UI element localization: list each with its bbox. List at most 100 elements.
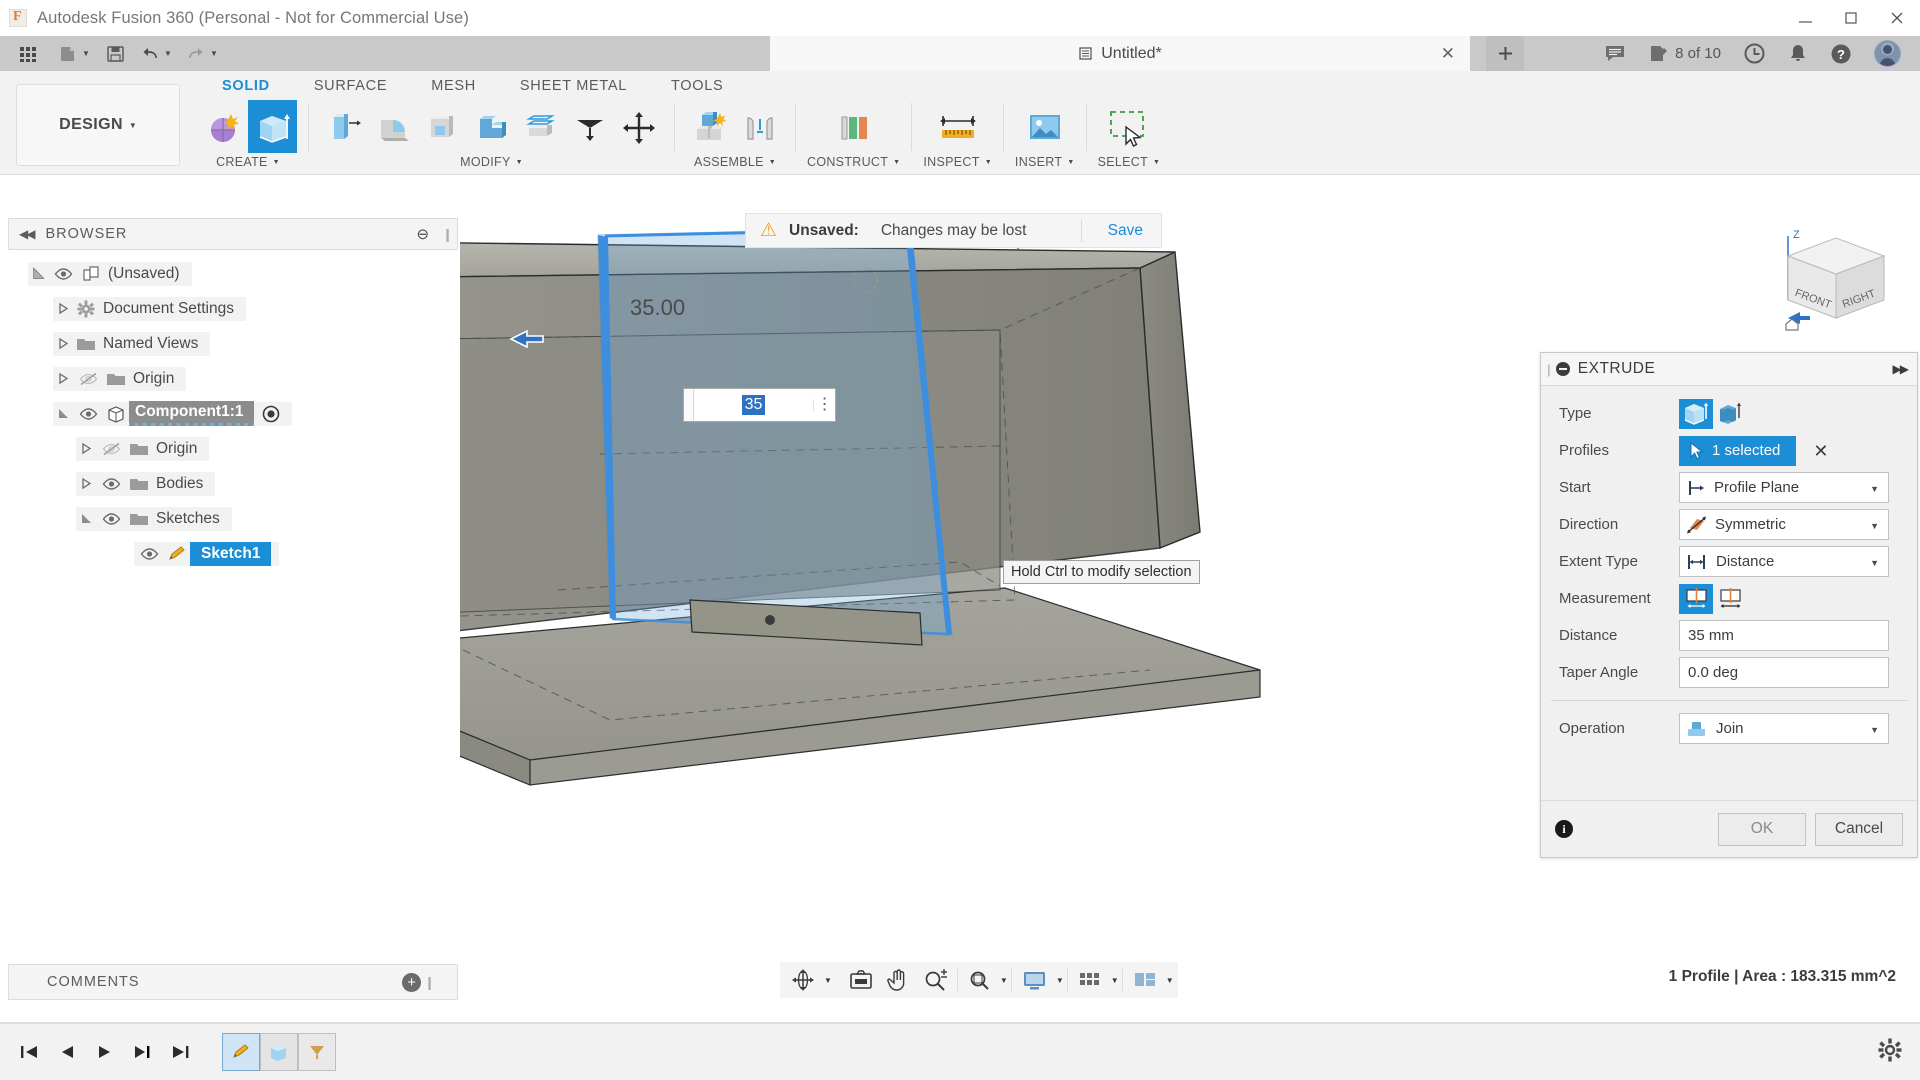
add-comment-icon[interactable]: + — [402, 973, 421, 992]
expand-right-icon[interactable]: ▶▶ — [1893, 362, 1907, 376]
chevron-down-icon[interactable]: ▼ — [1000, 976, 1008, 985]
new-document-icon[interactable]: ▼ — [52, 39, 96, 69]
ribbon-group-insert-label[interactable]: INSERT ▼ — [1015, 155, 1075, 169]
drag-handle[interactable] — [684, 389, 694, 421]
help-icon[interactable]: ? — [1819, 36, 1863, 71]
info-icon[interactable]: i — [1555, 820, 1573, 838]
offset-face-icon[interactable] — [516, 103, 565, 153]
tab-tools[interactable]: TOOLS — [649, 75, 745, 98]
joint-icon[interactable] — [735, 103, 784, 153]
chevron-down-icon[interactable]: ▼ — [1166, 976, 1174, 985]
combine-icon[interactable] — [467, 103, 516, 153]
extrude-icon[interactable] — [248, 103, 297, 153]
tab-mesh[interactable]: MESH — [409, 75, 498, 98]
pan-icon[interactable] — [880, 963, 917, 997]
grid-snaps-icon[interactable] — [1071, 963, 1109, 997]
expander-closed-icon[interactable] — [53, 372, 73, 385]
tab-sheet-metal[interactable]: SHEET METAL — [498, 75, 649, 98]
visibility-icon[interactable] — [73, 407, 103, 421]
cancel-button[interactable]: Cancel — [1815, 813, 1903, 846]
tree-row-origin-child[interactable]: Origin — [8, 431, 458, 466]
new-component-icon[interactable] — [686, 103, 735, 153]
look-at-icon[interactable] — [842, 963, 880, 997]
expander-open-icon[interactable] — [76, 512, 96, 525]
press-pull-icon[interactable] — [320, 103, 369, 153]
tree-row-document-settings[interactable]: Document Settings — [8, 291, 458, 326]
select-window-icon[interactable] — [1104, 103, 1153, 153]
expander-open-icon[interactable] — [53, 407, 73, 420]
orbit-icon[interactable] — [784, 963, 822, 997]
ribbon-group-modify-label[interactable]: MODIFY ▼ — [460, 155, 523, 169]
fillet-icon[interactable] — [369, 103, 418, 153]
visibility-icon[interactable] — [48, 267, 78, 281]
chevron-down-icon[interactable]: ▼ — [1111, 976, 1119, 985]
save-icon[interactable] — [98, 39, 132, 69]
shell-icon[interactable] — [418, 103, 467, 153]
chevron-down-icon[interactable]: ▼ — [1056, 976, 1064, 985]
view-cube[interactable]: Z FRONT RIGHT — [1780, 228, 1900, 338]
insert-image-icon[interactable] — [1020, 103, 1069, 153]
dimension-input-box[interactable]: 35 ⋮ — [683, 388, 836, 422]
ribbon-group-create-label[interactable]: CREATE ▼ — [216, 155, 280, 169]
grid-icon[interactable] — [6, 39, 50, 69]
viewport[interactable]: 35.00 35 ⋮ Hold Ctrl to modify selection — [460, 200, 1540, 950]
visibility-icon[interactable] — [134, 547, 164, 561]
offset-plane-icon[interactable] — [829, 103, 878, 153]
visibility-icon[interactable] — [96, 512, 126, 526]
expander-closed-icon[interactable] — [53, 337, 73, 350]
visibility-hidden-icon[interactable] — [96, 442, 126, 456]
settings-icon[interactable] — [1878, 1038, 1902, 1066]
skip-start-icon[interactable] — [10, 1032, 48, 1072]
redo-icon[interactable]: ▼ — [180, 39, 224, 69]
tree-row-sketches[interactable]: Sketches — [8, 501, 458, 536]
timeline-feature-sketch[interactable] — [222, 1033, 260, 1071]
half-length-icon[interactable] — [1713, 584, 1747, 614]
move-copy-icon[interactable] — [614, 103, 663, 153]
avatar[interactable] — [1863, 36, 1912, 71]
collapse-icon[interactable] — [1556, 362, 1570, 376]
start-dropdown[interactable]: Profile Plane ▼ — [1679, 472, 1889, 503]
close-icon[interactable]: ✕ — [1441, 45, 1455, 62]
close-icon[interactable] — [1874, 0, 1920, 36]
display-settings-icon[interactable] — [1015, 963, 1054, 997]
resize-grip[interactable]: ||| — [427, 974, 429, 990]
create-sketch-icon[interactable] — [199, 103, 248, 153]
tree-row-named-views[interactable]: Named Views — [8, 326, 458, 361]
operation-dropdown[interactable]: Join ▼ — [1679, 713, 1889, 744]
expander-open-icon[interactable] — [28, 267, 48, 280]
play-icon[interactable] — [86, 1032, 124, 1072]
expander-closed-icon[interactable] — [76, 442, 96, 455]
chevron-down-icon[interactable]: ▼ — [824, 976, 832, 985]
activate-component-radio[interactable] — [258, 405, 284, 423]
step-forward-icon[interactable] — [124, 1032, 162, 1072]
save-link[interactable]: Save — [1094, 222, 1147, 240]
tree-row-sketch1[interactable]: Sketch1 — [8, 536, 458, 571]
collapse-left-icon[interactable]: ◀◀ — [19, 227, 33, 241]
dialog-title-bar[interactable]: || EXTRUDE ▶▶ — [1541, 353, 1917, 386]
whole-length-icon[interactable] — [1679, 584, 1713, 614]
skip-end-icon[interactable] — [162, 1032, 200, 1072]
extrude-surface-icon[interactable] — [1713, 399, 1747, 429]
tree-row-origin-root[interactable]: Origin — [8, 361, 458, 396]
fit-icon[interactable] — [961, 963, 998, 997]
direction-dropdown[interactable]: Symmetric ▼ — [1679, 509, 1889, 540]
more-options-icon[interactable]: ⋮ — [813, 399, 835, 411]
tree-row-unsaved[interactable]: (Unsaved) — [8, 256, 458, 291]
undo-icon[interactable]: ▼ — [134, 39, 178, 69]
drag-grip[interactable]: || — [1547, 362, 1548, 377]
clock-icon[interactable] — [1732, 36, 1777, 71]
visibility-hidden-icon[interactable] — [73, 372, 103, 386]
timeline-feature-extrude[interactable] — [260, 1033, 298, 1071]
clear-selection-icon[interactable]: ✕ — [1813, 442, 1828, 460]
measure-icon[interactable] — [933, 103, 982, 153]
new-tab-button[interactable] — [1486, 36, 1524, 71]
viewports-icon[interactable] — [1126, 963, 1164, 997]
distance-input[interactable]: 35 mm — [1679, 620, 1889, 651]
dimension-value-input[interactable]: 35 — [742, 395, 766, 415]
comment-icon[interactable] — [1593, 36, 1637, 71]
ok-button[interactable]: OK — [1718, 813, 1806, 846]
expander-closed-icon[interactable] — [76, 477, 96, 490]
resize-grip[interactable]: ||| — [445, 226, 447, 242]
tab-solid[interactable]: SOLID — [200, 75, 292, 98]
taper-angle-input[interactable]: 0.0 deg — [1679, 657, 1889, 688]
